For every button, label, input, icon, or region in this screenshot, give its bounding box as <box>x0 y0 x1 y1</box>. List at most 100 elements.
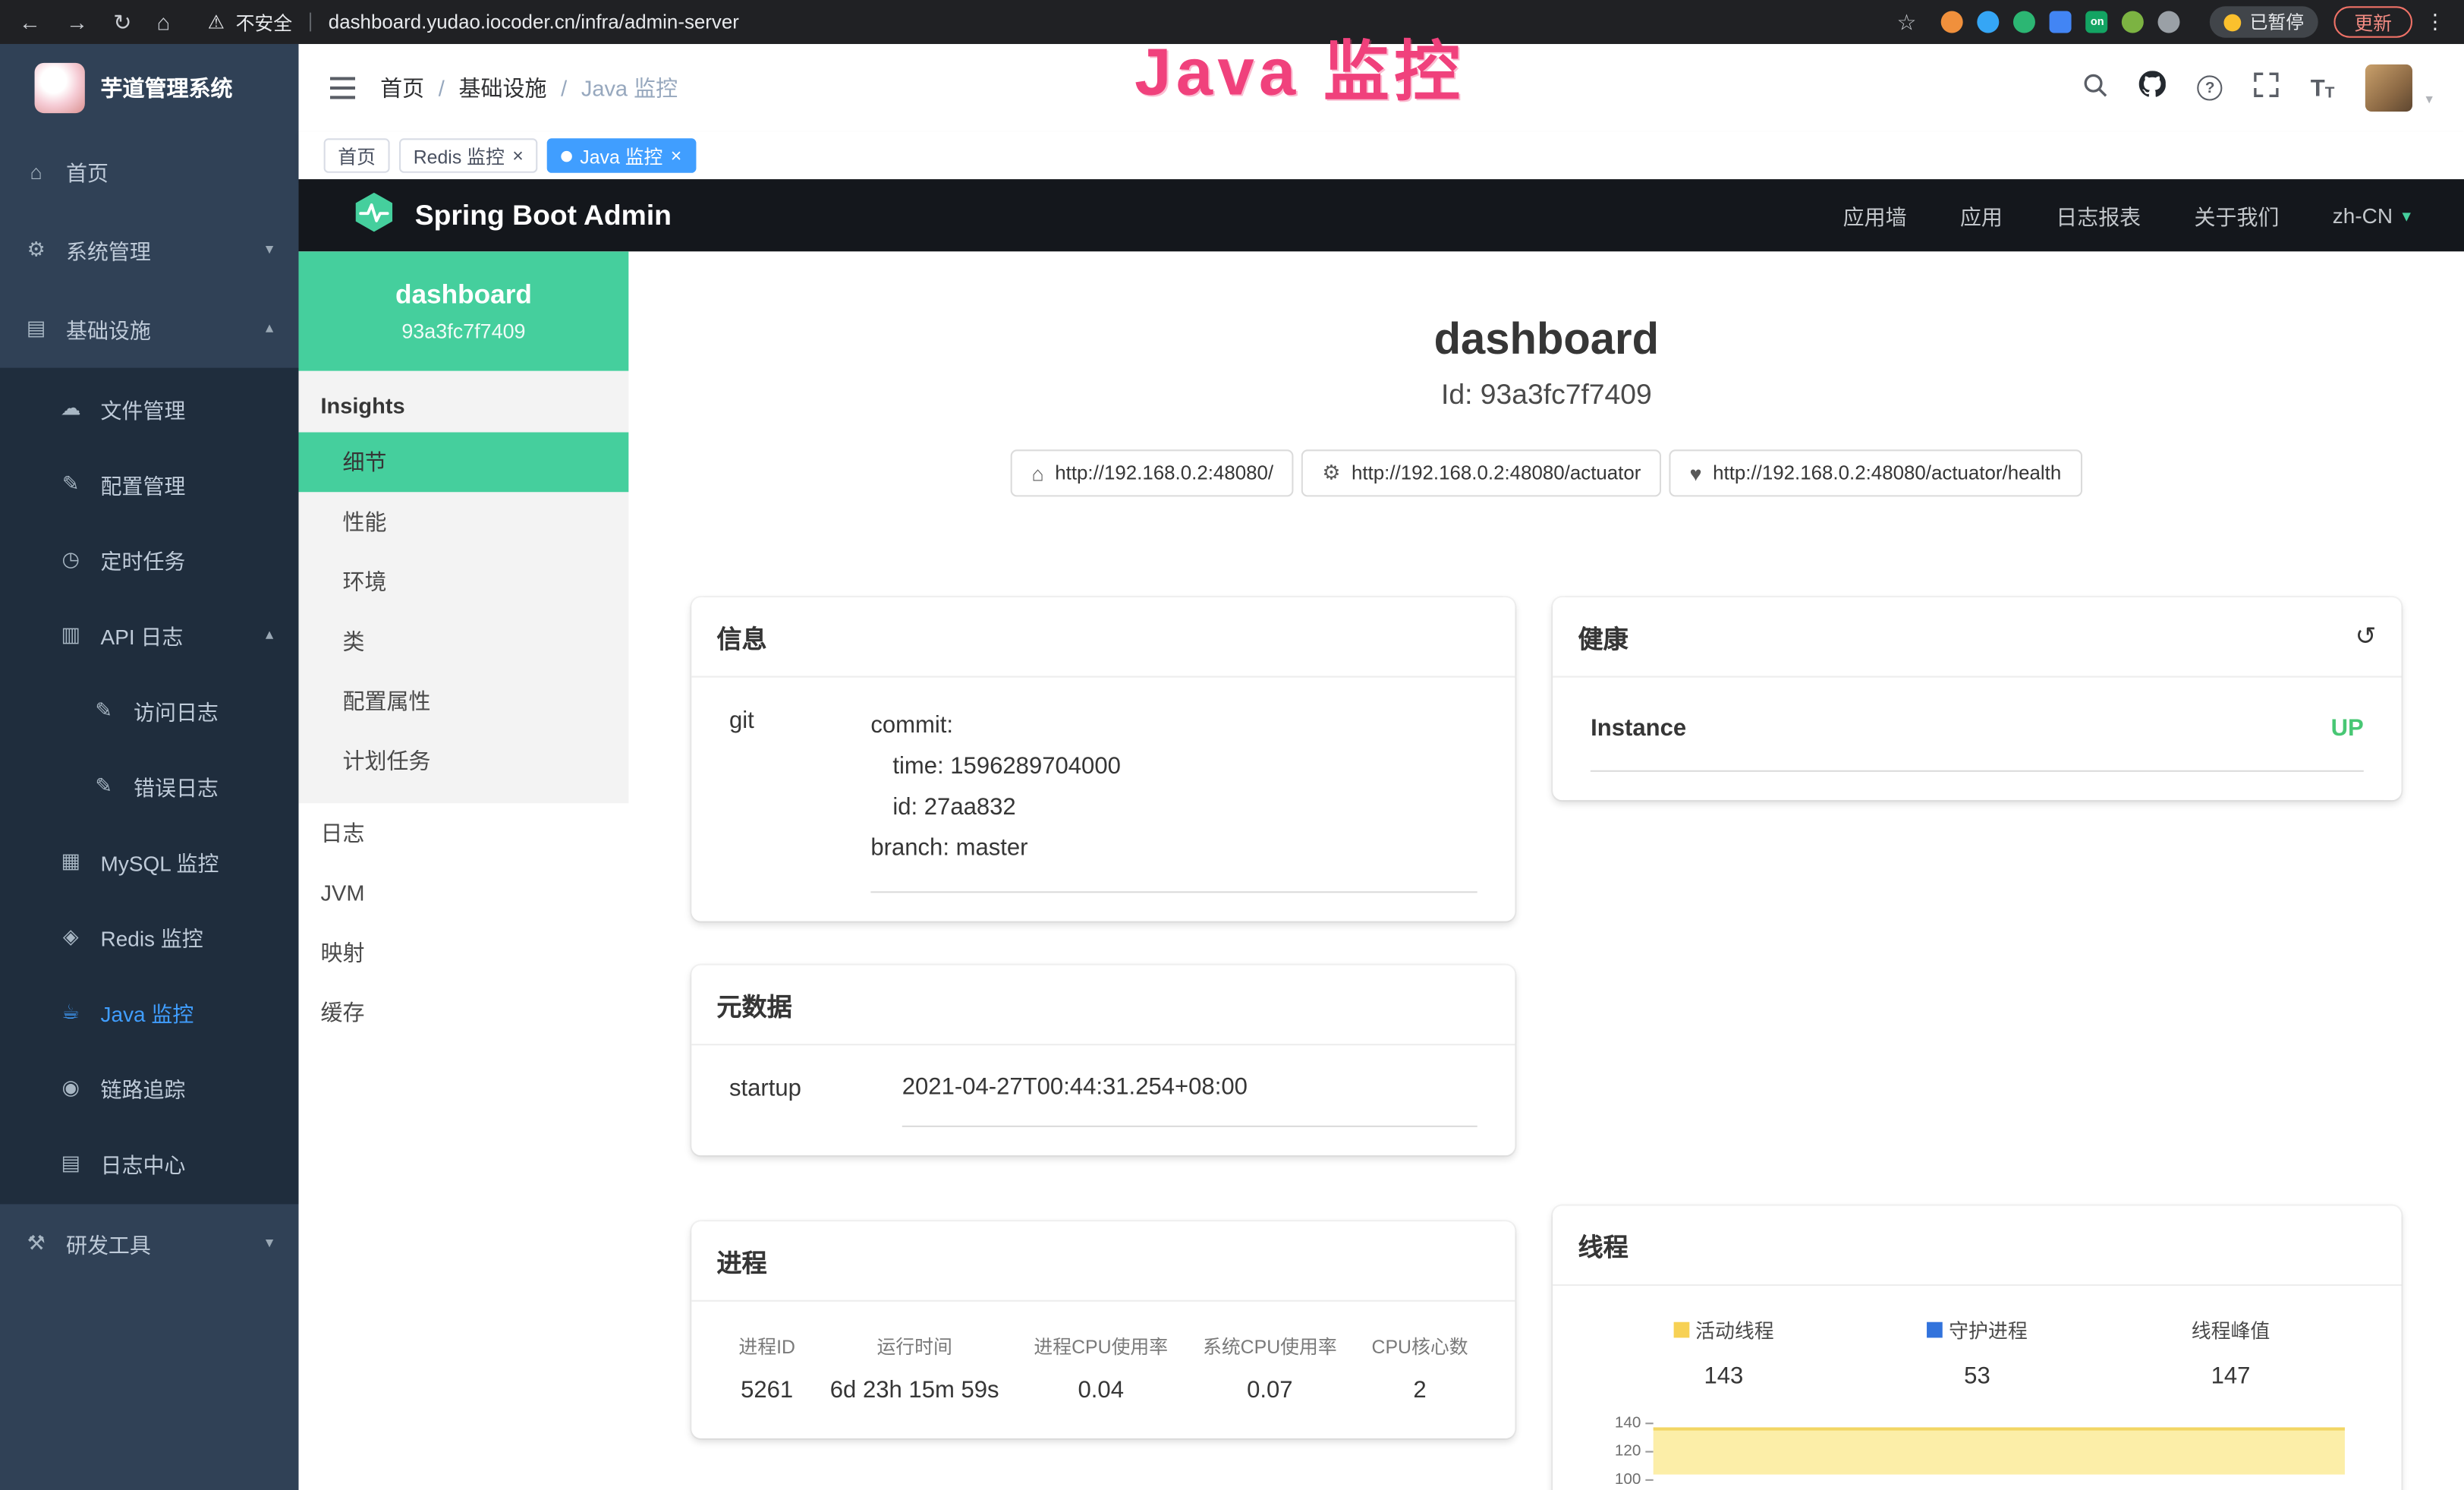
card-title: 进程 <box>716 1242 766 1280</box>
stat-value: 6d 23h 15m 59s <box>830 1377 999 1403</box>
extension-icon[interactable]: on <box>2086 11 2108 33</box>
menu-item-scheduled-tasks[interactable]: 计划任务 <box>298 731 628 791</box>
sidebar-item-system[interactable]: ⚙ 系统管理 ▾ <box>0 211 298 290</box>
help-icon[interactable]: ? <box>2198 75 2223 100</box>
legend-label: 线程峰值 <box>2192 1314 2270 1344</box>
health-card: 健康 ↺ Instance UP <box>1553 597 2401 800</box>
actuator-url-link[interactable]: ⚙ http://192.168.0.2:48080/actuator <box>1301 449 1661 496</box>
card-title: 信息 <box>716 618 766 656</box>
history-icon[interactable]: ↺ <box>2355 621 2377 652</box>
sba-nav-applications[interactable]: 应用 <box>1960 200 2003 231</box>
fullscreen-icon[interactable] <box>2254 71 2279 104</box>
heart-icon: ♥ <box>1690 461 1702 485</box>
font-size-icon[interactable]: TT <box>2311 74 2335 101</box>
sidebar-item-redis-monitor[interactable]: ◈ Redis 监控 <box>0 899 298 975</box>
clock-icon: ◷ <box>57 547 85 572</box>
extension-icon[interactable] <box>1942 11 1964 33</box>
sba-sidebar: dashboard 93a3fc7f7409 Insights 细节 性能 环境… <box>298 251 628 1490</box>
stat-label: 进程ID <box>738 1333 795 1359</box>
sidebar-item-tracing[interactable]: ◉ 链路追踪 <box>0 1050 298 1125</box>
menu-item-environment[interactable]: 环境 <box>298 552 628 612</box>
legend-value: 147 <box>2104 1363 2357 1390</box>
sidebar-item-label: 错误日志 <box>134 770 219 802</box>
sidebar-item-home[interactable]: ⌂ 首页 <box>0 132 298 211</box>
menu-item-jvm[interactable]: JVM <box>298 863 628 923</box>
close-icon[interactable]: × <box>512 146 524 165</box>
sidebar-item-infrastructure[interactable]: ▤ 基础设施 ▴ <box>0 289 298 368</box>
chart-plot-area <box>1654 1419 2345 1490</box>
emoji-icon <box>2224 14 2242 31</box>
legend-item: 守护进程 53 <box>1850 1314 2104 1389</box>
collapse-sidebar-icon[interactable] <box>330 77 355 99</box>
bookmark-star-icon[interactable]: ☆ <box>1897 8 1917 35</box>
service-url-link[interactable]: ⌂ http://192.168.0.2:48080/ <box>1012 449 1295 496</box>
back-icon[interactable]: ← <box>19 9 41 34</box>
sidebar-item-error-logs[interactable]: ✎ 错误日志 <box>0 748 298 824</box>
tab-redis-monitor[interactable]: Redis 监控 × <box>399 138 537 173</box>
process-stat: CPU核心数 2 <box>1372 1333 1468 1403</box>
address-separator <box>310 13 311 32</box>
stat-value: 5261 <box>738 1377 795 1403</box>
locale-selector[interactable]: zh-CN ▾ <box>2333 203 2411 227</box>
sidebar-item-config-management[interactable]: ✎ 配置管理 <box>0 446 298 521</box>
menu-item-classes[interactable]: 类 <box>298 612 628 672</box>
health-url-link[interactable]: ♥ http://192.168.0.2:48080/actuator/heal… <box>1669 449 2082 496</box>
extension-icon[interactable] <box>2123 11 2145 33</box>
sidebar-item-mysql-monitor[interactable]: ▦ MySQL 监控 <box>0 824 298 899</box>
sidebar-item-java-monitor[interactable]: ☕ Java 监控 <box>0 975 298 1050</box>
menu-item-mappings[interactable]: 映射 <box>298 923 628 983</box>
sba-brand-title: Spring Boot Admin <box>415 199 672 232</box>
sidebar-item-label: 系统管理 <box>66 235 151 266</box>
breadcrumb-item-infrastructure[interactable]: 基础设施 <box>424 72 546 103</box>
y-tick-label: 100 <box>1615 1471 1641 1488</box>
sidebar-item-devtools[interactable]: ⚒ 研发工具 ▾ <box>0 1204 298 1283</box>
close-icon[interactable]: × <box>671 146 682 165</box>
menu-item-details[interactable]: 细节 <box>298 433 628 493</box>
sba-nav-journal[interactable]: 日志报表 <box>2056 200 2141 231</box>
breadcrumb-item-home[interactable]: 首页 <box>380 72 424 103</box>
menu-item-configprops[interactable]: 配置属性 <box>298 671 628 731</box>
java-icon: ☕ <box>57 1000 85 1025</box>
screen: ← → ↻ ⌂ ⚠ 不安全 dashboard.yudao.iocoder.cn… <box>0 0 2464 1490</box>
font-size-small: T <box>2325 84 2335 102</box>
sidebar-item-log-center[interactable]: ▤ 日志中心 <box>0 1126 298 1201</box>
sidebar-item-label: 链路追踪 <box>101 1072 186 1103</box>
link-url: http://192.168.0.2:48080/ <box>1055 462 1273 484</box>
instance-links: ⌂ http://192.168.0.2:48080/ ⚙ http://192… <box>628 449 2464 496</box>
tab-home[interactable]: 首页 <box>324 138 390 173</box>
search-icon[interactable] <box>2082 71 2107 104</box>
sba-nav-wallboard[interactable]: 应用墙 <box>1843 200 1907 231</box>
update-button[interactable]: 更新 <box>2333 6 2412 37</box>
sidebar-item-access-logs[interactable]: ✎ 访问日志 <box>0 673 298 748</box>
stat-label: 进程CPU使用率 <box>1034 1333 1168 1359</box>
sba-brand[interactable]: Spring Boot Admin <box>352 190 672 241</box>
paused-badge[interactable]: 已暂停 <box>2211 6 2318 37</box>
reload-icon[interactable]: ↻ <box>113 8 131 35</box>
address-bar[interactable]: ⚠ 不安全 dashboard.yudao.iocoder.cn/infra/a… <box>208 8 739 35</box>
menu-item-logs[interactable]: 日志 <box>298 803 628 863</box>
metadata-value: 2021-04-27T00:44:31.254+08:00 <box>902 1073 1477 1126</box>
menu-item-metrics[interactable]: 性能 <box>298 492 628 552</box>
threads-chart: 140 120 100 <box>1597 1415 2345 1490</box>
sidebar-item-file-management[interactable]: ☁ 文件管理 <box>0 371 298 446</box>
extension-icon[interactable] <box>2050 11 2072 33</box>
instance-header[interactable]: dashboard 93a3fc7f7409 <box>298 251 628 370</box>
process-stat: 进程CPU使用率 0.04 <box>1034 1333 1168 1403</box>
app-logo-image <box>35 63 85 113</box>
extension-icon[interactable] <box>2014 11 2036 33</box>
extension-icon[interactable] <box>1978 11 2000 33</box>
sidebar-item-api-logs[interactable]: ▥ API 日志 ▴ <box>0 597 298 673</box>
avatar[interactable] <box>2366 65 2413 112</box>
health-status-badge: UP <box>2331 715 2364 742</box>
sba-nav-about[interactable]: 关于我们 <box>2195 200 2280 231</box>
extensions-puzzle-icon[interactable] <box>2158 11 2180 33</box>
y-tick-label: 120 <box>1615 1443 1641 1460</box>
menu-item-caches[interactable]: 缓存 <box>298 982 628 1042</box>
home-icon[interactable]: ⌂ <box>157 9 171 34</box>
github-icon[interactable] <box>2139 71 2166 106</box>
browser-menu-icon[interactable]: ⋮ <box>2425 9 2446 34</box>
tab-java-monitor[interactable]: Java 监控 × <box>547 138 696 173</box>
sidebar-item-scheduled-tasks[interactable]: ◷ 定时任务 <box>0 522 298 597</box>
forward-icon[interactable]: → <box>66 9 88 34</box>
app-logo[interactable]: 芋道管理系统 <box>0 44 298 132</box>
